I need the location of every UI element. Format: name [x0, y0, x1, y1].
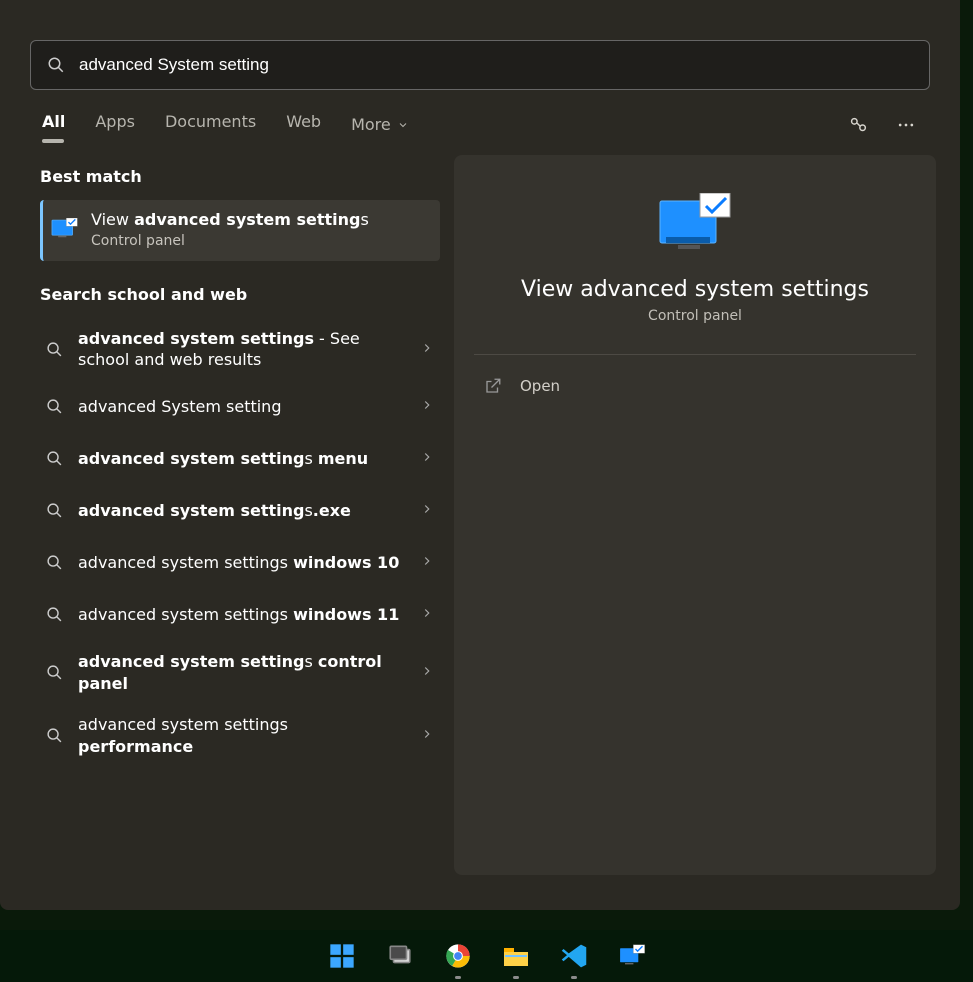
- result-text: advanced system settings.exe: [78, 500, 406, 522]
- search-panel: All Apps Documents Web More Best match: [0, 0, 960, 910]
- divider: [474, 354, 916, 355]
- search-icon: [44, 664, 64, 681]
- search-icon: [44, 727, 64, 744]
- chevron-down-icon: [397, 119, 409, 131]
- start-button[interactable]: [327, 941, 357, 971]
- search-result-5[interactable]: advanced system settings windows 11: [40, 589, 440, 641]
- vscode-app[interactable]: [559, 941, 589, 971]
- preview-panel: View advanced system settings Control pa…: [454, 155, 936, 875]
- open-icon: [484, 377, 502, 395]
- search-icon: [44, 450, 64, 467]
- preview-title: View advanced system settings: [474, 277, 916, 302]
- preview-subtitle: Control panel: [474, 308, 916, 324]
- result-text: advanced system settings windows 10: [78, 552, 406, 574]
- filter-tab-web[interactable]: Web: [286, 112, 321, 137]
- search-result-0[interactable]: advanced system settings - See school an…: [40, 318, 440, 381]
- search-icon: [44, 341, 64, 358]
- chevron-right-icon: [420, 553, 434, 572]
- open-label: Open: [520, 377, 560, 395]
- result-text: advanced system settings performance: [78, 714, 406, 757]
- account-link-icon[interactable]: [846, 113, 870, 137]
- open-action[interactable]: Open: [474, 365, 916, 407]
- settings-app[interactable]: [617, 941, 647, 971]
- result-text: advanced system settings windows 11: [78, 604, 406, 626]
- filter-tab-documents[interactable]: Documents: [165, 112, 256, 137]
- search-web-header: Search school and web: [40, 285, 440, 304]
- result-text: advanced System setting: [78, 396, 406, 418]
- chevron-right-icon: [420, 501, 434, 520]
- best-match-subtitle: Control panel: [91, 233, 369, 249]
- chevron-right-icon: [420, 340, 434, 359]
- results-column: Best match View advanced system settings…: [40, 155, 440, 875]
- more-options-icon[interactable]: [894, 113, 918, 137]
- search-icon: [44, 398, 64, 415]
- search-result-4[interactable]: advanced system settings windows 10: [40, 537, 440, 589]
- chevron-right-icon: [420, 663, 434, 682]
- chevron-right-icon: [420, 726, 434, 745]
- search-icon: [47, 56, 65, 74]
- file-explorer-app[interactable]: [501, 941, 531, 971]
- best-match-result[interactable]: View advanced system settings Control pa…: [40, 200, 440, 261]
- task-view-button[interactable]: [385, 941, 415, 971]
- taskbar: [0, 930, 973, 982]
- search-result-3[interactable]: advanced system settings.exe: [40, 485, 440, 537]
- search-icon: [44, 502, 64, 519]
- filter-tab-apps[interactable]: Apps: [95, 112, 135, 137]
- chevron-right-icon: [420, 397, 434, 416]
- search-result-6[interactable]: advanced system settings control panel: [40, 641, 440, 704]
- search-result-1[interactable]: advanced System setting: [40, 381, 440, 433]
- chevron-right-icon: [420, 605, 434, 624]
- best-match-header: Best match: [40, 167, 440, 186]
- result-text: advanced system settings control panel: [78, 651, 406, 694]
- result-text: advanced system settings - See school an…: [78, 328, 406, 371]
- search-input[interactable]: [79, 55, 913, 75]
- filter-tab-all[interactable]: All: [42, 112, 65, 137]
- search-box[interactable]: [30, 40, 930, 90]
- result-text: advanced system settings menu: [78, 448, 406, 470]
- filter-tab-more[interactable]: More: [351, 115, 409, 134]
- search-result-2[interactable]: advanced system settings menu: [40, 433, 440, 485]
- chrome-app[interactable]: [443, 941, 473, 971]
- chevron-right-icon: [420, 449, 434, 468]
- control-panel-icon-large: [658, 193, 732, 255]
- search-icon: [44, 554, 64, 571]
- search-result-7[interactable]: advanced system settings performance: [40, 704, 440, 767]
- control-panel-icon: [51, 218, 79, 240]
- best-match-title: View advanced system settings: [91, 210, 369, 231]
- filter-row: All Apps Documents Web More: [0, 90, 960, 137]
- search-icon: [44, 606, 64, 623]
